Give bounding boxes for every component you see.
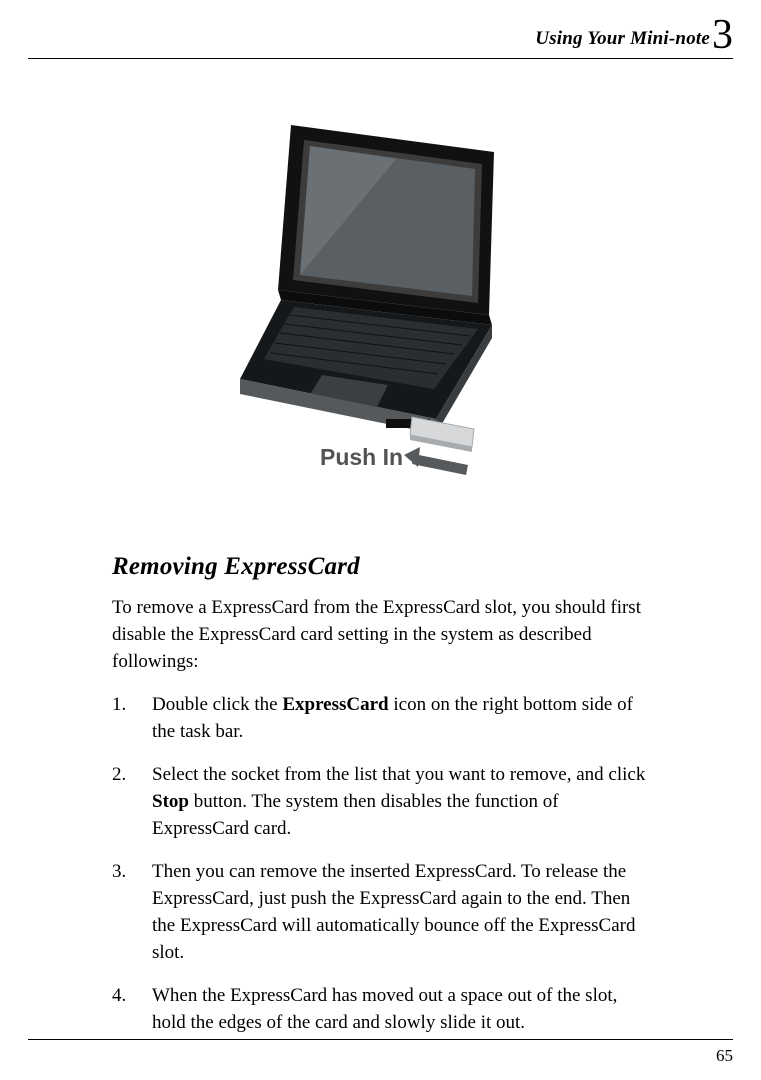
page: Using Your Mini-note 3 [0,0,761,1080]
header-chapter-number: 3 [712,14,733,56]
section-heading: Removing ExpressCard [112,553,649,581]
laptop-illustration: Push In [236,117,526,517]
step-text-pre: Then you can remove the inserted Express… [152,861,636,963]
page-header: Using Your Mini-note 3 [28,0,733,52]
step-text-bold: ExpressCard [282,694,388,715]
step-text-pre: Double click the [152,694,282,715]
step-item: When the ExpressCard has moved out a spa… [112,983,649,1037]
figure-mini-note: Push In [28,117,733,517]
footer-rule [28,1039,733,1040]
figure-label: Push In [320,444,403,470]
step-text-bold: Stop [152,791,189,812]
header-title: Using Your Mini-note [535,28,710,50]
step-item: Then you can remove the inserted Express… [112,859,649,967]
step-item: Double click the ExpressCard icon on the… [112,692,649,746]
step-text-post: button. The system then disables the fun… [152,791,559,839]
section-intro: To remove a ExpressCard from the Express… [112,595,649,676]
page-number: 65 [716,1046,733,1066]
steps-list: Double click the ExpressCard icon on the… [112,692,649,1037]
step-text-pre: When the ExpressCard has moved out a spa… [152,985,617,1033]
header-rule [28,58,733,59]
step-text-pre: Select the socket from the list that you… [152,764,645,785]
content-body: Removing ExpressCard To remove a Express… [28,553,733,1037]
step-item: Select the socket from the list that you… [112,762,649,843]
